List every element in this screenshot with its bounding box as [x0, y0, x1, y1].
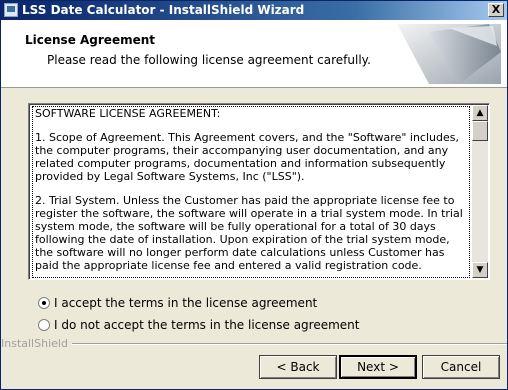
vertical-scrollbar[interactable]: ▲ ▼	[472, 105, 488, 278]
back-button[interactable]: < Back	[259, 355, 337, 379]
scroll-thumb[interactable]	[472, 121, 488, 141]
window-title: LSS Date Calculator - InstallShield Wiza…	[22, 3, 305, 17]
wizard-header: License Agreement Please read the follow…	[1, 20, 507, 88]
setup-app-icon	[4, 3, 18, 17]
scroll-down-arrow-icon: ▼	[476, 265, 484, 275]
header-banner-graphic	[397, 24, 501, 84]
footer-divider	[1, 343, 507, 345]
close-button[interactable]: X	[488, 3, 504, 17]
accept-radio[interactable]	[38, 297, 50, 309]
scroll-up-button[interactable]: ▲	[472, 105, 488, 121]
license-paragraph: 1. Scope of Agreement. This Agreement co…	[35, 131, 459, 183]
decline-label: I do not accept the terms in the license…	[54, 318, 360, 332]
license-text-box[interactable]: SOFTWARE LICENSE AGREEMENT: 1. Scope of …	[28, 103, 490, 280]
next-button[interactable]: Next >	[339, 355, 417, 379]
license-paragraph: 2. Trial System. Unless the Customer has…	[35, 194, 463, 272]
title-bar[interactable]: LSS Date Calculator - InstallShield Wiza…	[1, 1, 507, 20]
license-text: SOFTWARE LICENSE AGREEMENT: 1. Scope of …	[32, 106, 470, 278]
installshield-brand: InstallShield	[1, 337, 72, 350]
decline-radio[interactable]	[38, 319, 50, 331]
accept-label: I accept the terms in the license agreem…	[54, 296, 318, 310]
scroll-down-button[interactable]: ▼	[472, 262, 488, 278]
accept-option[interactable]: I accept the terms in the license agreem…	[38, 296, 317, 310]
license-heading: SOFTWARE LICENSE AGREEMENT:	[35, 107, 221, 120]
page-subtitle: Please read the following license agreem…	[47, 53, 371, 67]
installer-window: LSS Date Calculator - InstallShield Wiza…	[0, 0, 508, 390]
scroll-up-arrow-icon: ▲	[476, 108, 484, 118]
decline-option[interactable]: I do not accept the terms in the license…	[38, 318, 360, 332]
cancel-button[interactable]: Cancel	[422, 355, 500, 379]
page-title: License Agreement	[25, 33, 156, 47]
